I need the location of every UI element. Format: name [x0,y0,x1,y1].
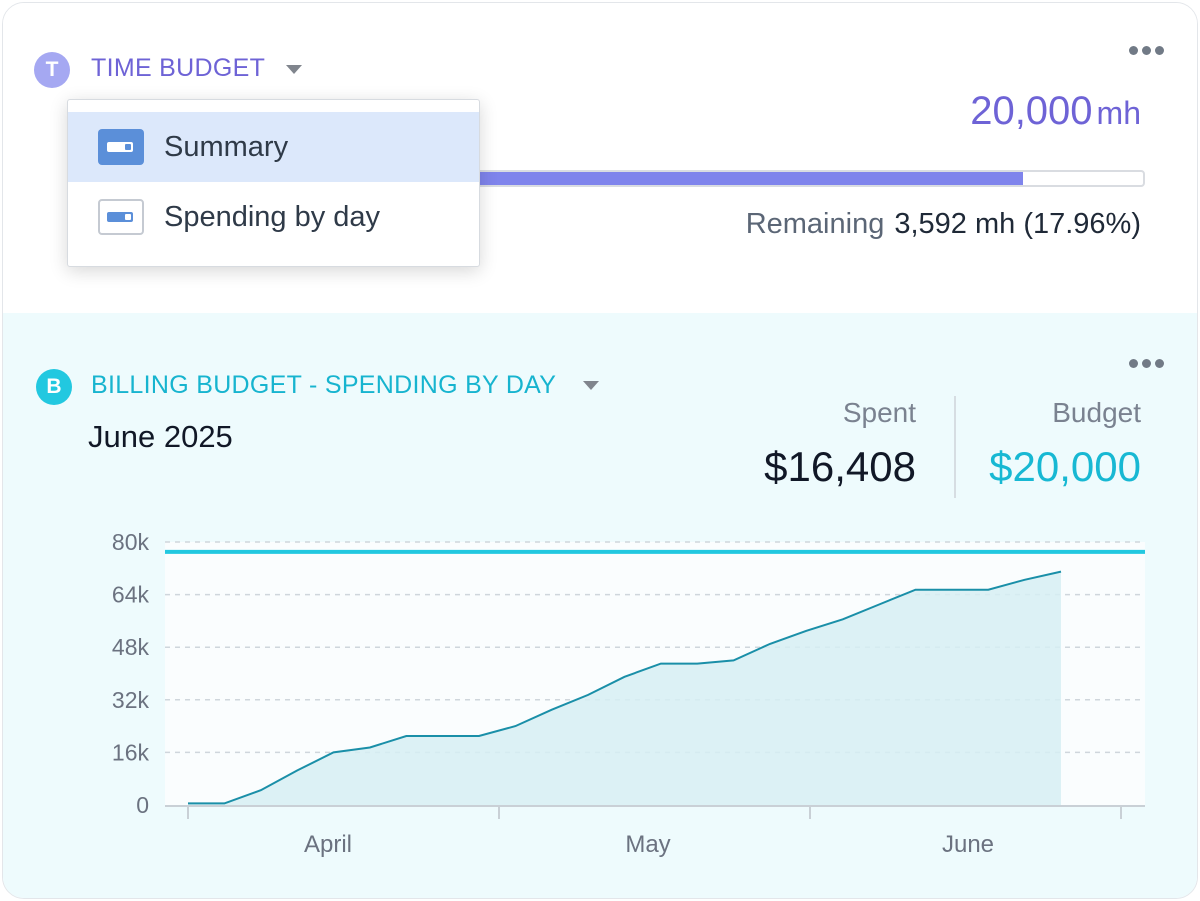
summary-widget-icon [98,129,144,165]
y-tick-label: 0 [136,792,149,818]
dashboard-card: T TIME BUDGET 20,000 mh Remaining 3,592 mh… [2,2,1198,899]
dropdown-item-label: Spending by day [164,200,381,233]
y-tick-label: 64k [112,582,150,608]
x-tick-label: June [942,831,994,858]
dropdown-item-label: Summary [164,130,289,163]
y-tick-label: 32k [112,687,150,713]
x-tick-label: May [625,831,670,858]
spending-widget-icon [98,199,144,235]
y-tick-label: 16k [112,739,150,765]
widget-type-dropdown: Summary Spending by day [67,99,480,267]
dropdown-item-spending-by-day[interactable]: Spending by day [68,182,479,252]
y-tick-label: 80k [112,529,150,555]
dropdown-item-summary[interactable]: Summary [68,112,479,182]
x-tick-label: April [304,831,352,858]
y-tick-label: 48k [112,634,150,660]
